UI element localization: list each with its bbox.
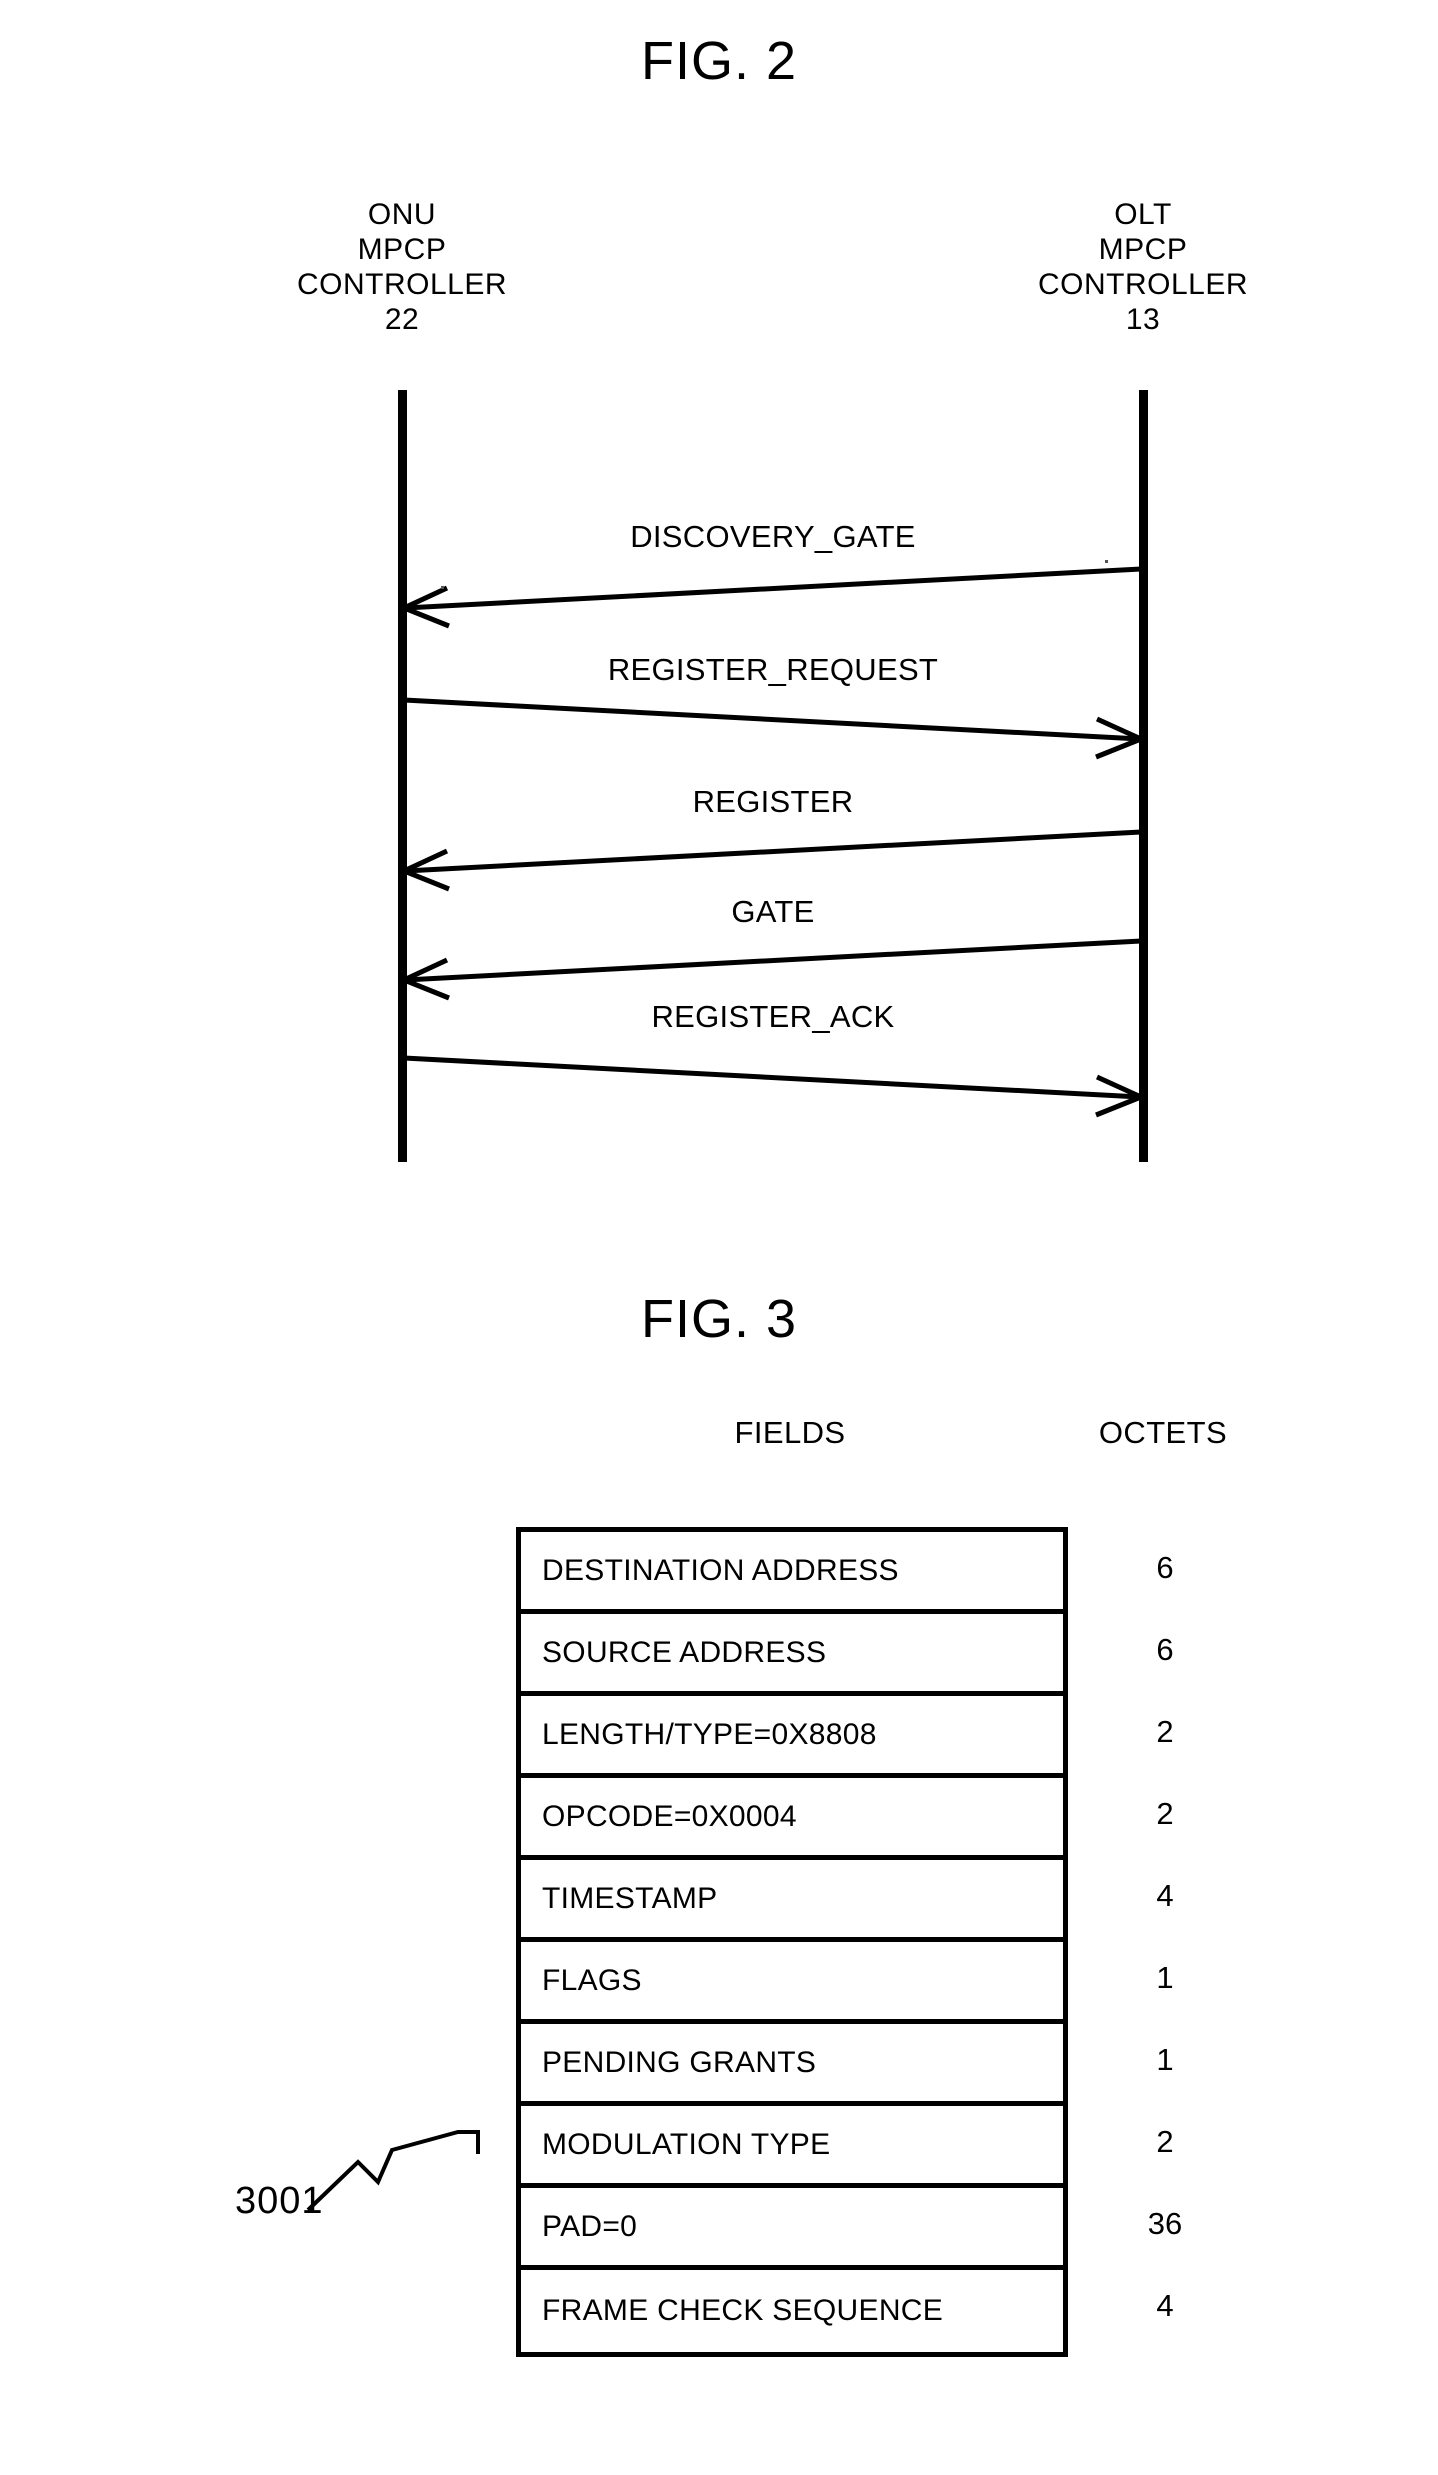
frame-field-name: SOURCE ADDRESS [542, 1635, 827, 1669]
frame-field-name: FLAGS [542, 1963, 642, 1997]
frame-field-row: LENGTH/TYPE=0X8808 [521, 1696, 1063, 1778]
arrow-gate [397, 938, 1142, 1001]
frame-field-name: OPCODE=0X0004 [542, 1799, 797, 1833]
frame-field-name: FRAME CHECK SEQUENCE [542, 2294, 944, 2327]
frame-field-name: PENDING GRANTS [542, 2045, 817, 2079]
scan-speck [1105, 560, 1108, 563]
arrow-register [397, 829, 1142, 892]
frame-octet-count: 4 [1156, 1878, 1174, 1913]
message-arrows-group [397, 566, 1148, 1118]
frame-field-name: MODULATION TYPE [542, 2127, 831, 2161]
column-header-fields: FIELDS [734, 1415, 846, 1450]
arrow-register-ack [403, 1055, 1148, 1118]
scan-speck [441, 586, 444, 589]
frame-field-row: PAD=0 [521, 2188, 1063, 2270]
frame-field-row: DESTINATION ADDRESS [521, 1532, 1063, 1614]
frame-octet-count: 1 [1156, 2042, 1174, 2077]
frame-octet-count: 6 [1156, 1550, 1174, 1585]
frame-field-row: FLAGS [521, 1942, 1063, 2024]
frame-field-row: MODULATION TYPE [521, 2106, 1063, 2188]
leader-line-3001 [306, 2130, 480, 2212]
frame-octet-count: 36 [1147, 2206, 1183, 2241]
frame-octet-count: 2 [1156, 1714, 1174, 1749]
frame-field-name: LENGTH/TYPE=0X8808 [542, 1717, 877, 1751]
frame-field-row: OPCODE=0X0004 [521, 1778, 1063, 1860]
octet-count-column: 6 6 2 2 4 1 1 2 36 4 [1085, 1527, 1245, 2347]
arrow-discovery-gate [397, 566, 1142, 629]
frame-octet-count: 1 [1156, 1960, 1174, 1995]
frame-field-name: DESTINATION ADDRESS [542, 1553, 899, 1587]
arrow-register-request [403, 697, 1148, 760]
frame-field-name: PAD=0 [542, 2209, 638, 2243]
figure-2-sequence-diagram: FIG. 2 ONU MPCP CONTROLLER 22 OLT MPCP C… [0, 0, 1438, 1230]
frame-octet-count: 6 [1156, 1632, 1174, 1667]
frame-octet-count: 2 [1156, 2124, 1174, 2159]
frame-field-row: TIMESTAMP [521, 1860, 1063, 1942]
frame-field-name: TIMESTAMP [542, 1881, 718, 1915]
frame-field-row: PENDING GRANTS [521, 2024, 1063, 2106]
frame-octet-count: 4 [1156, 2288, 1174, 2323]
patent-drawing-sheet: FIG. 2 ONU MPCP CONTROLLER 22 OLT MPCP C… [0, 0, 1438, 2475]
frame-field-table: DESTINATION ADDRESS SOURCE ADDRESS LENGTH/… [516, 1527, 1068, 2357]
frame-field-row: FRAME CHECK SEQUENCE [521, 2270, 1063, 2352]
frame-field-row: SOURCE ADDRESS [521, 1614, 1063, 1696]
figure-3-title: FIG. 3 [640, 1289, 798, 1349]
frame-octet-count: 2 [1156, 1796, 1174, 1831]
column-header-octets: OCTETS [1098, 1415, 1228, 1450]
